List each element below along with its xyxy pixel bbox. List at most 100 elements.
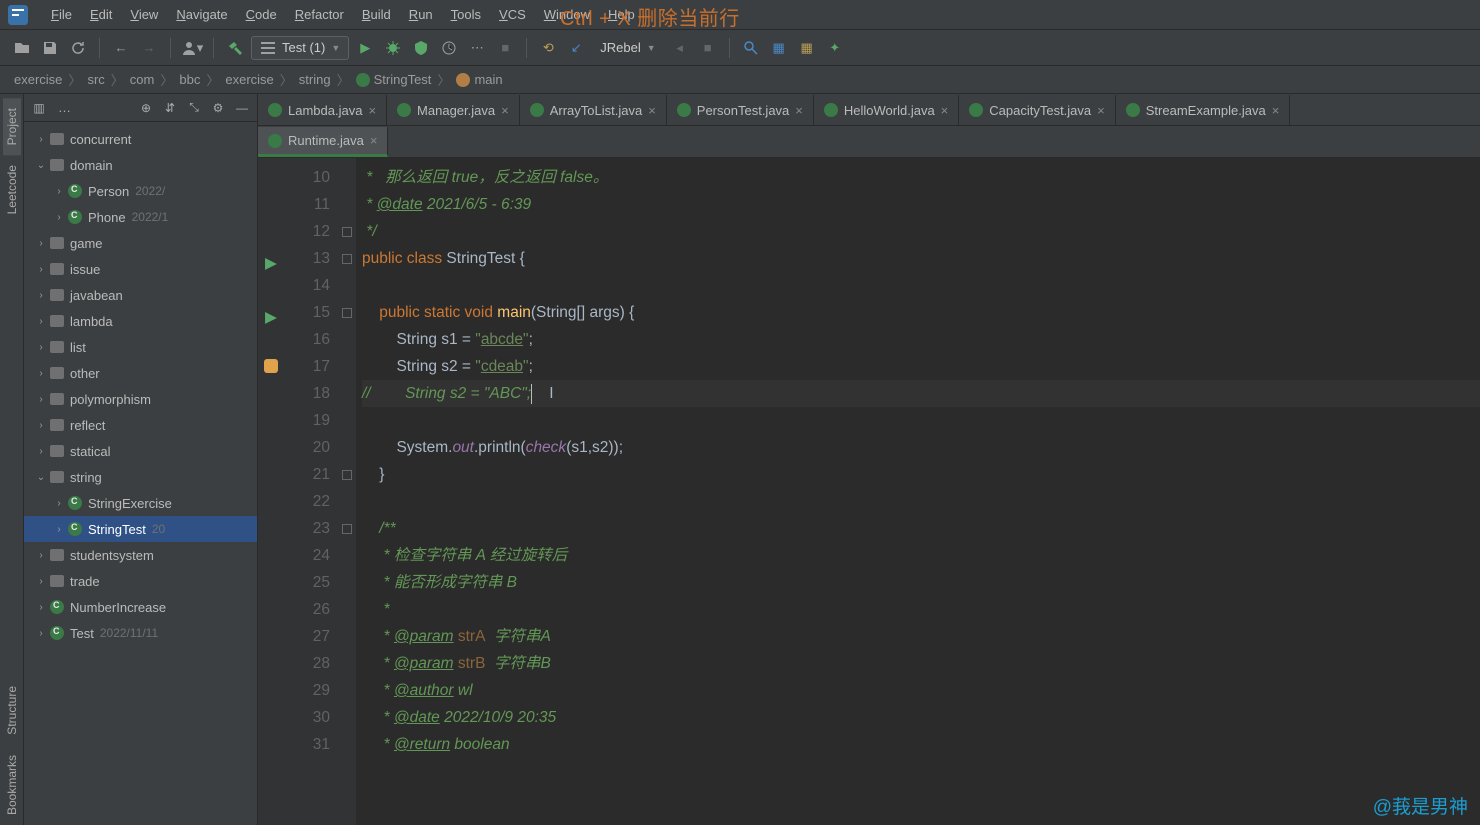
close-tab-icon[interactable]: ×: [501, 103, 509, 118]
close-tab-icon[interactable]: ×: [795, 103, 803, 118]
tool-tab-bookmarks[interactable]: Bookmarks: [3, 745, 21, 825]
code-line-18[interactable]: // String s2 = "ABC"; I: [362, 380, 1480, 407]
tree-item-game[interactable]: ›game: [24, 230, 257, 256]
menu-file[interactable]: File: [42, 7, 81, 22]
line-number[interactable]: 29: [286, 677, 330, 704]
code-line-31[interactable]: * @return boolean: [362, 731, 1480, 758]
close-tab-icon[interactable]: ×: [1097, 103, 1105, 118]
line-number[interactable]: 27: [286, 623, 330, 650]
save-all-icon[interactable]: [38, 36, 62, 60]
close-tab-icon[interactable]: ×: [648, 103, 656, 118]
menu-tools[interactable]: Tools: [442, 7, 490, 22]
crumb-string[interactable]: string: [295, 72, 335, 87]
code-line-20[interactable]: System.out.println(check(s1,s2));: [362, 434, 1480, 461]
tree-item-studentsystem[interactable]: ›studentsystem: [24, 542, 257, 568]
settings-gear-icon[interactable]: ⚙: [209, 99, 227, 117]
tool-tab-structure[interactable]: Structure: [3, 676, 21, 745]
line-number[interactable]: 17: [286, 353, 330, 380]
code-line-27[interactable]: * @param strA 字符串A: [362, 623, 1480, 650]
code-content[interactable]: * 那么返回 true，反之返回 false。 * @date 2021/6/5…: [356, 158, 1480, 825]
expand-all-icon[interactable]: ⇵: [161, 99, 179, 117]
line-number[interactable]: 10: [286, 164, 330, 191]
hammer-build-icon[interactable]: [223, 36, 247, 60]
close-tab-icon[interactable]: ×: [370, 133, 378, 148]
code-line-25[interactable]: * 能否形成字符串 B: [362, 569, 1480, 596]
profile-icon[interactable]: ▾: [180, 36, 204, 60]
tool-tab-leetcode[interactable]: Leetcode: [3, 155, 21, 224]
line-number[interactable]: 21: [286, 461, 330, 488]
tree-item-statical[interactable]: ›statical: [24, 438, 257, 464]
line-number[interactable]: 18: [286, 380, 330, 407]
code-line-29[interactable]: * @author wl: [362, 677, 1480, 704]
crumb-stringtest[interactable]: StringTest: [352, 72, 436, 88]
attach-icon[interactable]: ⋯: [465, 36, 489, 60]
tree-item-concurrent[interactable]: ›concurrent: [24, 126, 257, 152]
fold-gutter[interactable]: [338, 158, 356, 825]
menu-navigate[interactable]: Navigate: [167, 7, 236, 22]
fold-toggle-icon[interactable]: [338, 461, 356, 488]
menu-run[interactable]: Run: [400, 7, 442, 22]
editor-tab-streamexample-java[interactable]: StreamExample.java×: [1116, 95, 1291, 125]
stop-icon[interactable]: ■: [493, 36, 517, 60]
tree-item-lambda[interactable]: ›lambda: [24, 308, 257, 334]
editor-tab-helloworld-java[interactable]: HelloWorld.java×: [814, 95, 959, 125]
crumb-exercise[interactable]: exercise: [221, 72, 277, 87]
tree-item-list[interactable]: ›list: [24, 334, 257, 360]
forward-icon[interactable]: →: [137, 36, 161, 60]
back-icon[interactable]: ←: [109, 36, 133, 60]
tree-item-phone[interactable]: ›Phone2022/1: [24, 204, 257, 230]
editor-tab-runtime-java[interactable]: Runtime.java×: [258, 127, 388, 157]
code-line-28[interactable]: * @param strB 字符串B: [362, 650, 1480, 677]
code-line-14[interactable]: [362, 272, 1480, 299]
debug-icon[interactable]: [381, 36, 405, 60]
tree-item-other[interactable]: ›other: [24, 360, 257, 386]
menu-vcs[interactable]: VCS: [490, 7, 535, 22]
line-number[interactable]: 13: [286, 245, 330, 272]
line-number[interactable]: 23: [286, 515, 330, 542]
tree-item-stringexercise[interactable]: ›StringExercise: [24, 490, 257, 516]
crumb-bbc[interactable]: bbc: [175, 72, 204, 87]
menu-view[interactable]: View: [121, 7, 167, 22]
git-update-icon[interactable]: ↙: [564, 36, 588, 60]
code-line-23[interactable]: /**: [362, 515, 1480, 542]
line-number[interactable]: 14: [286, 272, 330, 299]
code-line-12[interactable]: */: [362, 218, 1480, 245]
refresh-icon[interactable]: [66, 36, 90, 60]
line-number[interactable]: 16: [286, 326, 330, 353]
tree-item-numberincrease[interactable]: ›NumberIncrease: [24, 594, 257, 620]
structure-diff-icon[interactable]: ▦: [767, 36, 791, 60]
project-tree[interactable]: ›concurrent⌄domain›Person2022/›Phone2022…: [24, 122, 257, 825]
close-tab-icon[interactable]: ×: [1272, 103, 1280, 118]
tree-item-polymorphism[interactable]: ›polymorphism: [24, 386, 257, 412]
collapse-all-icon[interactable]: ⤡: [185, 99, 203, 117]
run-configuration-dropdown[interactable]: Test (1) ▼: [251, 36, 349, 60]
coverage-icon[interactable]: [409, 36, 433, 60]
fold-toggle-icon[interactable]: [338, 515, 356, 542]
open-icon[interactable]: [10, 36, 34, 60]
editor-tab-capacitytest-java[interactable]: CapacityTest.java×: [959, 95, 1115, 125]
profile-run-icon[interactable]: [437, 36, 461, 60]
line-number[interactable]: 15: [286, 299, 330, 326]
menu-refactor[interactable]: Refactor: [286, 7, 353, 22]
run-marker-icon[interactable]: ▶: [258, 245, 286, 272]
code-line-16[interactable]: String s1 = "abcde";: [362, 326, 1480, 353]
jrebel-dropdown[interactable]: JRebel ▼: [592, 40, 663, 55]
tree-item-domain[interactable]: ⌄domain: [24, 152, 257, 178]
intention-bulb-icon[interactable]: [258, 353, 286, 380]
project-view-icon[interactable]: ▥: [30, 99, 48, 117]
code-editor[interactable]: ▶▶ 1011121314151617181920212223242526272…: [258, 158, 1480, 825]
menu-code[interactable]: Code: [237, 7, 286, 22]
menu-edit[interactable]: Edit: [81, 7, 121, 22]
code-line-22[interactable]: [362, 488, 1480, 515]
tree-item-stringtest[interactable]: ›StringTest20: [24, 516, 257, 542]
editor-tab-lambda-java[interactable]: Lambda.java×: [258, 95, 387, 125]
editor-tab-persontest-java[interactable]: PersonTest.java×: [667, 95, 814, 125]
hide-panel-icon[interactable]: —: [233, 99, 251, 117]
hotswap-icon[interactable]: ⟲: [536, 36, 560, 60]
fold-toggle-icon[interactable]: [338, 245, 356, 272]
line-number[interactable]: 22: [286, 488, 330, 515]
line-number[interactable]: 26: [286, 596, 330, 623]
code-line-15[interactable]: public static void main(String[] args) {: [362, 299, 1480, 326]
code-line-24[interactable]: * 检查字符串 A 经过旋转后: [362, 542, 1480, 569]
line-number[interactable]: 24: [286, 542, 330, 569]
